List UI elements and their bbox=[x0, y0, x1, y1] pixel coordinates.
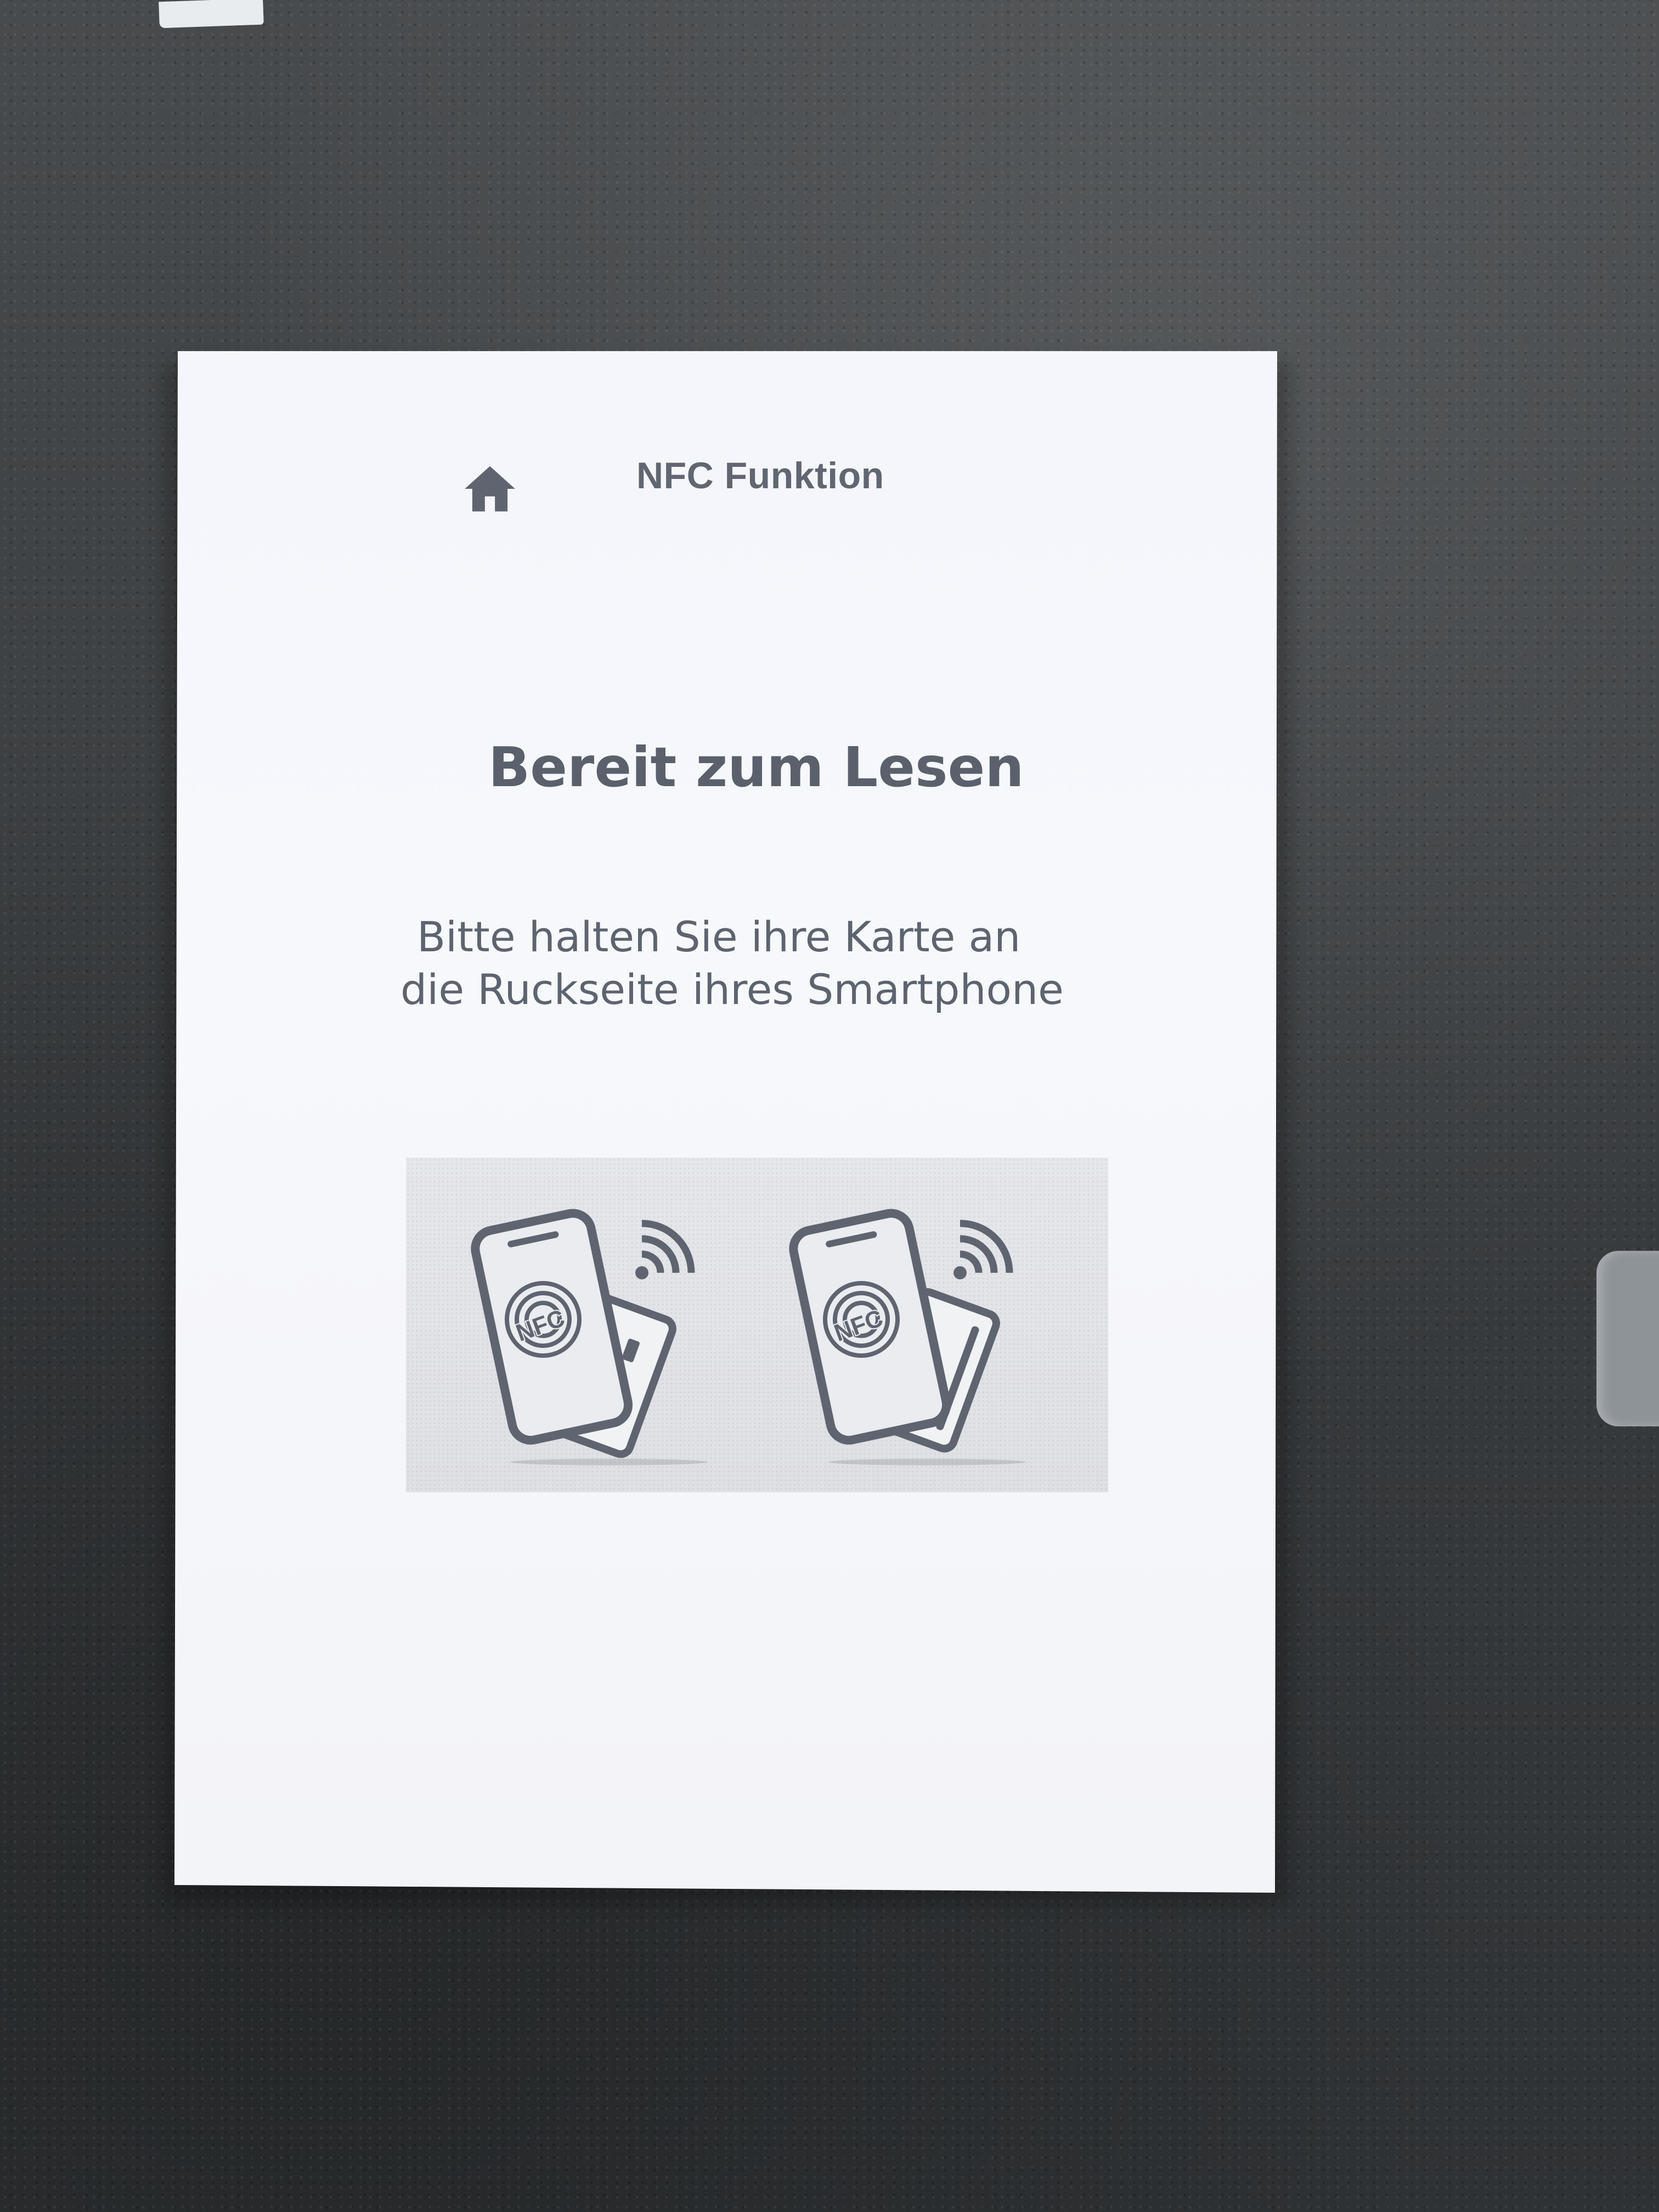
wireless-signal-icon bbox=[635, 1220, 695, 1279]
instruction-text: Bitte halten Sie ihre Karte an die Rucks… bbox=[400, 911, 1130, 1016]
printed-paper-sheet bbox=[174, 351, 1277, 1893]
status-heading: Bereit zum Lesen bbox=[488, 735, 1024, 799]
home-icon bbox=[460, 459, 520, 519]
paper-scrap bbox=[159, 0, 264, 29]
page-title: NFC Funktion bbox=[636, 455, 884, 496]
wireless-signal-icon bbox=[953, 1220, 1013, 1279]
nfc-icon: NFC bbox=[505, 1281, 582, 1358]
tape-scrap bbox=[1596, 1251, 1659, 1426]
nfc-scene-right: NFC bbox=[785, 1196, 1070, 1470]
nfc-illustration: NFC NFC bbox=[406, 1158, 1108, 1492]
instruction-line-2: die Ruckseite ihres Smartphone bbox=[400, 965, 1064, 1014]
instruction-line-1: Bitte halten Sie ihre Karte an bbox=[417, 912, 1021, 961]
nfc-icon: NFC bbox=[823, 1281, 900, 1358]
nfc-scene-left: NFC bbox=[466, 1196, 752, 1470]
